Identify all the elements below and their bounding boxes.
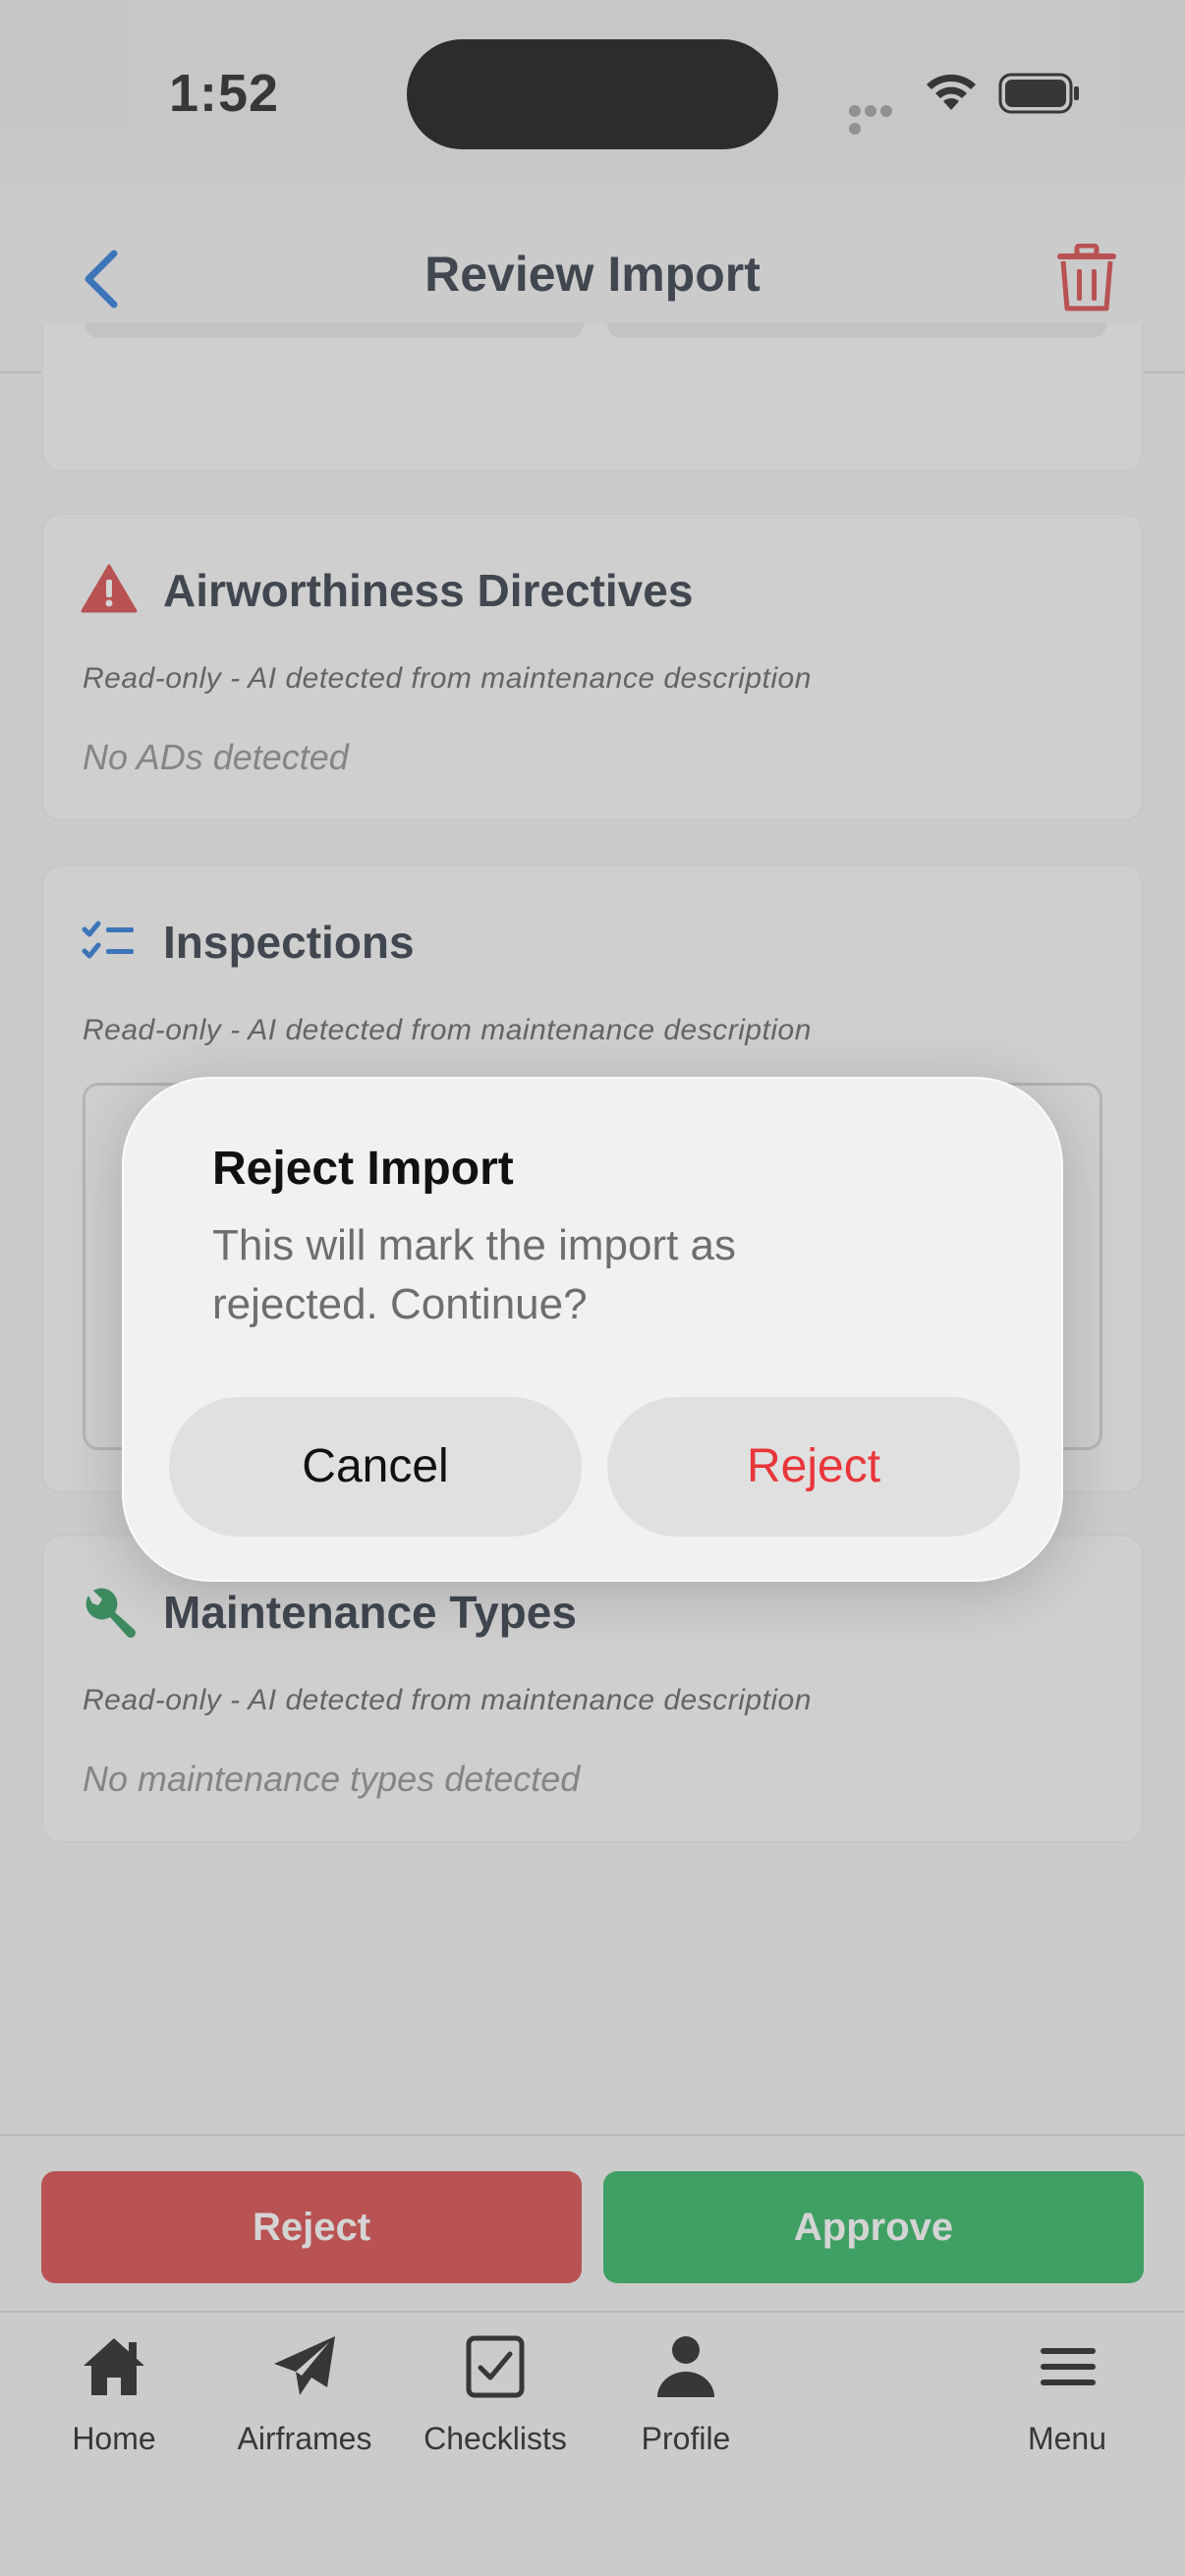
dialog-reject-button[interactable]: Reject	[607, 1397, 1020, 1537]
dialog-title: Reject Import	[212, 1143, 514, 1195]
dialog-message: This will mark the import as rejected. C…	[212, 1221, 737, 1328]
dialog-cancel-button[interactable]: Cancel	[169, 1397, 582, 1537]
reject-confirm-dialog: Reject Import This will mark the import …	[122, 1077, 1063, 1582]
